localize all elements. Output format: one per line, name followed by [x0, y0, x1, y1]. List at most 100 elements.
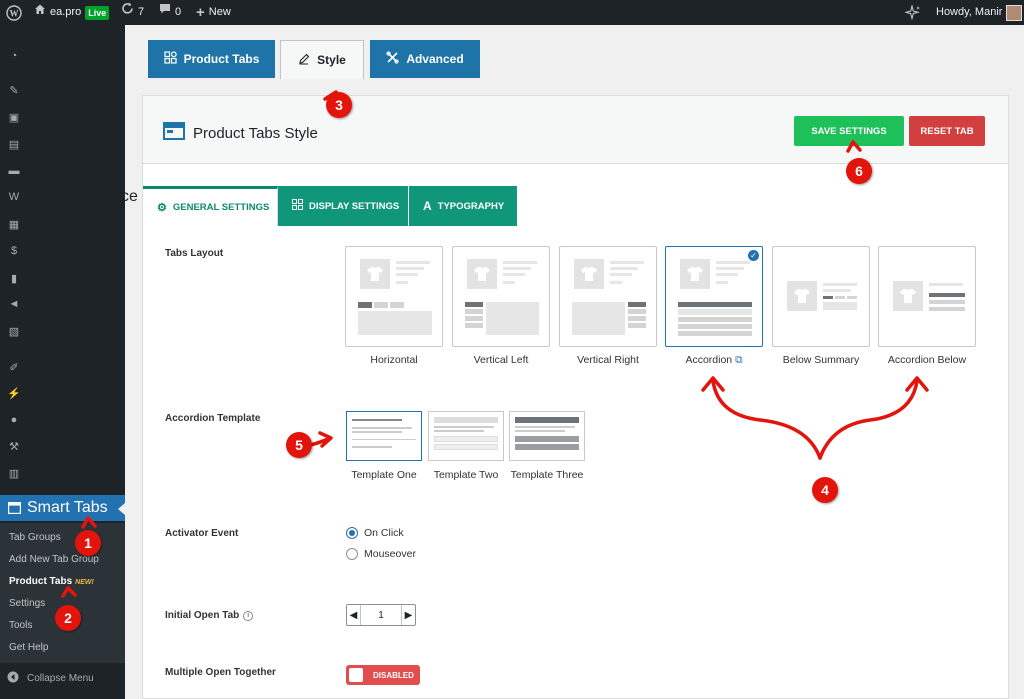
woo-icon: W: [8, 191, 20, 203]
sidebar-item-appearance[interactable]: ✐ Appearance: [0, 356, 125, 378]
new-content-link[interactable]: + New: [196, 0, 231, 25]
sidebar-item-woogallery[interactable]: ▧ WooGallery: [0, 320, 125, 342]
radio-on-click[interactable]: On Click: [346, 527, 404, 539]
template-option-1[interactable]: [346, 411, 422, 461]
sidebar-item-payments[interactable]: $ Payments: [0, 240, 125, 262]
window-icon: [7, 501, 21, 515]
product-image-icon: [680, 259, 710, 289]
layout-option-accordion[interactable]: ✓: [665, 246, 763, 347]
collapse-menu-button[interactable]: Collapse Menu: [7, 671, 94, 686]
megaphone-icon: ◄: [8, 298, 20, 310]
sidebar-item-woocommerce[interactable]: W WooCommerce: [0, 186, 138, 208]
font-a-icon: A: [423, 199, 432, 213]
product-image-icon: [467, 259, 497, 289]
svg-text:W: W: [10, 8, 19, 18]
template-option-2[interactable]: [428, 411, 504, 461]
grid-shapes-icon: [163, 51, 177, 67]
sidebar-item-analytics[interactable]: ▮ Analytics: [0, 267, 125, 289]
sidebar-item-posts[interactable]: ✎ Posts: [0, 79, 125, 101]
sidebar-item-plugins[interactable]: ⚡ Plugins: [0, 382, 125, 404]
comments-link[interactable]: 0: [159, 0, 181, 25]
multiple-open-toggle[interactable]: DISABLED: [346, 665, 420, 685]
updates-link[interactable]: 7: [121, 0, 144, 25]
style-panel: Product Tabs Style SAVE SETTINGS RESET T…: [142, 95, 1009, 699]
sidebar-item-tools[interactable]: ⚒ Tools: [0, 435, 125, 457]
product-image-icon: [574, 259, 604, 289]
sidebar-item-products[interactable]: ▦ Products: [0, 213, 125, 235]
pages-icon: ▤: [8, 138, 20, 151]
reset-tab-button[interactable]: RESET TAB: [909, 116, 985, 146]
submenu-item-product-tabs[interactable]: Product Tabs NEW!: [9, 576, 94, 587]
sidebar-item-media[interactable]: ▣ Media: [0, 106, 125, 128]
dashboard-icon: ◔: [10, 50, 18, 62]
radio-mouseover[interactable]: Mouseover: [346, 548, 416, 560]
pin-icon: ✎: [9, 84, 19, 97]
tab-typography[interactable]: A TYPOGRAPHY: [409, 186, 517, 226]
submenu-item-tab-groups[interactable]: Tab Groups: [9, 532, 61, 543]
sidebar-item-smart-tabs[interactable]: Smart Tabs: [0, 495, 125, 521]
layout-option-horizontal[interactable]: [345, 246, 443, 347]
initial-open-tab-label: Initial Open Tab i: [165, 610, 254, 621]
site-name-link[interactable]: ea.pro Live: [34, 0, 110, 25]
marker-2: 2: [55, 605, 81, 631]
sidebar-item-dashboard[interactable]: ◔ Dashboard: [0, 45, 125, 67]
media-icon: ▣: [8, 111, 20, 124]
wrench-icon: ⚒: [9, 440, 19, 453]
selected-check-icon: ✓: [748, 250, 759, 261]
save-settings-button[interactable]: SAVE SETTINGS: [794, 116, 904, 146]
sidebar-item-marketing[interactable]: ◄ Marketing: [0, 293, 125, 315]
info-icon[interactable]: i: [243, 610, 254, 621]
active-notch: [118, 503, 125, 515]
multiple-open-label: Multiple Open Together: [165, 667, 276, 678]
submenu-item-get-help[interactable]: Get Help: [9, 642, 48, 653]
account-menu[interactable]: Howdy, Manir: [936, 0, 1023, 25]
layout-option-below-summary[interactable]: [772, 246, 870, 347]
product-image-icon: [893, 281, 923, 311]
toggle-knob: [349, 668, 363, 682]
avatar: [1006, 4, 1023, 21]
sidebar-item-comments[interactable]: ▬ Comments: [0, 160, 125, 182]
product-image-icon: [360, 259, 390, 289]
new-badge: NEW!: [75, 579, 94, 586]
radio-mouseover-dot[interactable]: [346, 548, 358, 560]
submenu-item-tools[interactable]: Tools: [9, 620, 32, 631]
layout-label-horizontal: Horizontal: [370, 354, 418, 366]
tools-cross-icon: [386, 51, 399, 67]
external-link-icon[interactable]: ⧉: [735, 354, 743, 366]
marker-5: 5: [286, 432, 312, 458]
gallery-icon: ▧: [8, 325, 20, 338]
template-option-3[interactable]: [509, 411, 585, 461]
brush-icon: ✐: [9, 361, 19, 374]
sidebar-item-pages[interactable]: ▤ Pages: [0, 133, 125, 155]
ai-sparkle-icon[interactable]: [905, 0, 921, 25]
user-icon: ●: [10, 414, 18, 426]
initial-open-tab-stepper: ◀ 1 ▶: [346, 604, 416, 626]
page-title: Product Tabs Style: [163, 122, 318, 144]
dollar-icon: $: [10, 245, 18, 257]
layout-option-vertical-right[interactable]: [559, 246, 657, 347]
layout-option-vertical-left[interactable]: [452, 246, 550, 347]
sidebar-item-settings[interactable]: ▥ Settings: [0, 462, 125, 484]
wordpress-logo-icon[interactable]: W: [6, 0, 22, 25]
bars-icon: ▮: [10, 272, 18, 285]
layout-label-accordion-below: Accordion Below: [887, 354, 967, 366]
accordion-template-label: Accordion Template: [165, 413, 261, 424]
sidebar-item-users[interactable]: ● Users: [0, 409, 125, 431]
decrement-icon[interactable]: ◀: [347, 605, 361, 625]
tab-advanced[interactable]: Advanced: [370, 40, 480, 78]
refresh-icon: [121, 0, 134, 25]
template-label-1: Template One: [351, 469, 417, 481]
increment-icon[interactable]: ▶: [401, 605, 415, 625]
tab-style[interactable]: Style: [280, 40, 364, 79]
submenu-item-settings[interactable]: Settings: [9, 598, 45, 609]
tab-display-settings[interactable]: DISPLAY SETTINGS: [278, 186, 408, 226]
layout-option-accordion-below[interactable]: [878, 246, 976, 347]
collapse-arrow-icon: [7, 671, 19, 686]
tab-product-tabs[interactable]: Product Tabs: [148, 40, 275, 78]
tab-general-settings[interactable]: ⚙ GENERAL SETTINGS: [143, 186, 278, 226]
marker-4: 4: [812, 477, 838, 503]
initial-open-tab-value[interactable]: 1: [361, 610, 401, 621]
box-icon: ▦: [8, 218, 20, 231]
radio-on-click-dot[interactable]: [346, 527, 358, 539]
plug-icon: ⚡: [7, 387, 21, 400]
